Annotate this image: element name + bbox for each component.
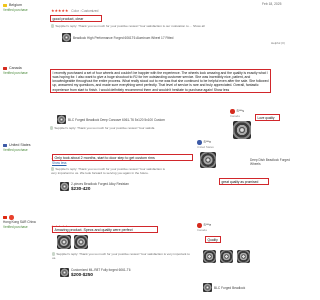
side-reviewer-name: S***e [203, 223, 212, 228]
verified-badge: Verified purchase [3, 71, 28, 75]
review-product[interactable]: Beadlock High Performance Forged 6061T6 … [62, 33, 173, 42]
helpful-button[interactable]: Helpful (0) [271, 41, 285, 45]
review-photo[interactable] [233, 121, 251, 139]
reviewer-country-row: Belgium [3, 3, 273, 7]
review-date: Feb 18, 2025 [262, 2, 282, 6]
side-product-name: Deep Dish Beadlock Forged Wheels [250, 158, 290, 166]
side-review-highlight: Love quality [255, 114, 280, 122]
side-reviewer-country: United States [197, 144, 214, 149]
side-reviewer-country: Canada [197, 227, 207, 232]
verified-badge: Verified purchase [3, 224, 28, 229]
product-price: $200-$250 [71, 272, 93, 277]
review-text-highlight: Only took about 2 months, start to door … [52, 154, 193, 162]
review-1-stars-row: ★★★★★ Color : Customized [51, 8, 99, 14]
reviewer-country: Canada [9, 66, 22, 70]
supplier-reply: Supplier's reply: Thank you so much for … [51, 24, 281, 28]
avatar [230, 109, 235, 114]
review-product[interactable]: BLC Forged Beadlock Deep Concave 6061-T6… [57, 115, 165, 124]
supplier-reply: Supplier's reply: Thank you so much for … [50, 126, 200, 130]
review-2: Canada Verified purchase [3, 66, 48, 75]
reviewer-country: Hong Kong SAR China [3, 219, 36, 224]
store-icon [50, 126, 54, 130]
side-review-highlight: Quality [205, 236, 221, 244]
product-thumbnail [62, 33, 71, 42]
review-photo[interactable] [57, 235, 71, 249]
side-review-2: S***n United States [197, 140, 257, 149]
side-review-product[interactable]: BLC Forged Beadlock [203, 283, 245, 292]
product-thumbnail [60, 182, 69, 191]
avatar [197, 140, 202, 145]
flag-icon [3, 215, 7, 219]
review-photo[interactable] [237, 250, 250, 263]
show-less-link[interactable]: Show less [52, 161, 67, 165]
review-photo[interactable] [220, 250, 233, 263]
supplier-reply: Supplier's reply: Thank you so much for … [51, 167, 165, 175]
review-photo[interactable] [200, 152, 216, 168]
review-4: Hong Kong SAR China Verified purchase [3, 215, 51, 229]
product-name: Beadlock High Performance Forged 6061T6 … [73, 35, 174, 40]
side-reviewer-name: S***n [203, 140, 212, 145]
review-text-highlight: I recently purchased a set of four wheel… [50, 69, 271, 94]
review-text-highlight: good product, clear [50, 15, 102, 23]
side-review-product[interactable]: Deep Dish Beadlock Forged Wheels [250, 158, 295, 166]
avatar [9, 215, 14, 220]
review-product[interactable]: Customized ML-R8T Fully forged 6061-T6 $… [60, 268, 130, 277]
reviewer-country-row: Canada [3, 66, 48, 70]
reviewer-country: Belgium [9, 3, 22, 7]
product-thumbnail [203, 283, 212, 292]
product-thumbnail [60, 268, 69, 277]
star-rating: ★★★★★ [51, 8, 69, 13]
verified-badge: Verified purchase [3, 148, 28, 152]
product-thumbnail [57, 115, 66, 124]
side-review-highlight: great quality as promised [219, 178, 269, 186]
flag-icon [3, 143, 7, 147]
product-price: $230-420 [71, 186, 91, 191]
flag-icon [3, 66, 7, 70]
review-text-highlight: Amazing product. Specs and quality were … [52, 226, 158, 234]
review-3: United States Verified purchase [3, 143, 48, 152]
side-review-3: S***e Canada [197, 223, 257, 232]
reviewer-country-row: United States [3, 143, 48, 147]
verified-badge: Verified purchase [3, 8, 28, 12]
flag-icon [3, 3, 7, 7]
supplier-reply: Supplier's reply: Thank you so much for … [52, 252, 190, 260]
review-1: Belgium Verified purchase [3, 3, 273, 12]
product-name: BLC Forged Beadlock Deep Concave 6061-T6… [68, 117, 165, 122]
review-product[interactable]: 2-pieces Beadlock Forged Alloy Resistan … [60, 182, 129, 191]
side-product-name: BLC Forged Beadlock [214, 285, 246, 290]
side-reviewer-name: S***s [236, 109, 244, 114]
review-photo[interactable] [74, 235, 88, 249]
store-icon [51, 24, 55, 28]
avatar [197, 223, 202, 228]
review-photo[interactable] [203, 250, 216, 263]
review-meta: Color : Customized [71, 9, 99, 14]
reviewer-country: United States [9, 143, 31, 147]
